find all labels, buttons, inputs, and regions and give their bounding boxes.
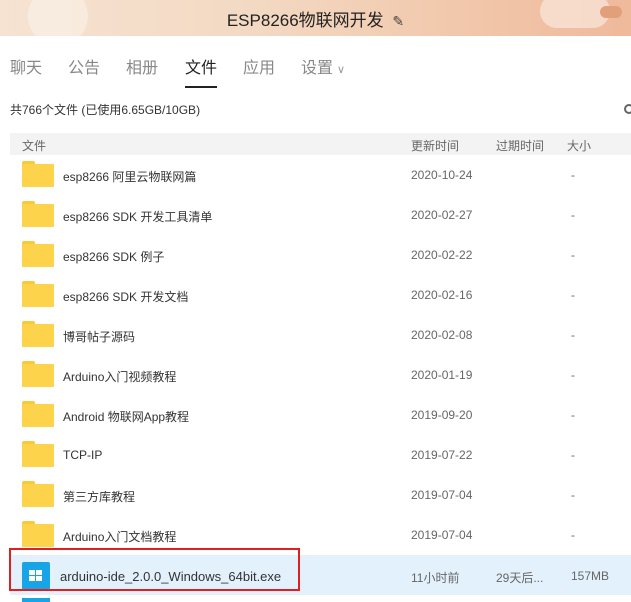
tab-files[interactable]: 文件: [185, 54, 218, 88]
tab-album[interactable]: 相册: [126, 54, 158, 78]
column-header-updated[interactable]: 更新时间: [411, 137, 459, 154]
storage-summary: 共766个文件 (已使用6.65GB/10GB): [10, 103, 201, 117]
file-updated-time: 2019-07-04: [411, 488, 473, 502]
file-row[interactable]: esp8266 SDK 开发工具清单 2020-02-27 -: [10, 195, 631, 235]
folder-icon: [22, 321, 54, 347]
file-row[interactable]: 第三方库教程 2019-07-04 -: [10, 475, 631, 515]
tab-apps[interactable]: 应用: [243, 54, 275, 78]
file-name: esp8266 SDK 开发工具清单: [63, 210, 213, 224]
file-row[interactable]: esp8266 SDK 例子 2020-02-22 -: [10, 235, 631, 275]
folder-icon: [22, 521, 54, 547]
file-name: Android 物联网App教程: [63, 410, 190, 424]
file-size: -: [571, 168, 575, 182]
file-name: esp8266 阿里云物联网篇: [63, 170, 197, 184]
file-size: -: [571, 488, 575, 502]
file-updated-time: 2020-02-08: [411, 328, 473, 342]
folder-icon: [22, 441, 54, 467]
file-name: 第三方库教程: [63, 490, 136, 504]
file-updated-time: 2019-07-22: [411, 448, 473, 462]
file-row[interactable]: Arduino入门视频教程 2020-01-19 -: [10, 355, 631, 395]
folder-icon: [22, 281, 54, 307]
file-name: Arduino入门文档教程: [63, 530, 177, 544]
file-size: -: [571, 248, 575, 262]
tab-bar: 聊天 公告 相册 文件 应用 设置 ∨: [0, 36, 631, 90]
file-updated-time: 2020-10-24: [411, 168, 473, 182]
more-options-icon[interactable]: [624, 104, 631, 114]
group-title-banner: ESP8266物联网开发 ✎: [0, 0, 631, 36]
file-size: -: [571, 408, 575, 422]
file-row[interactable]: TCP-IP 2019-07-22 -: [10, 435, 631, 475]
file-updated-time: 2020-02-16: [411, 288, 473, 302]
file-updated-time: 2020-02-22: [411, 248, 473, 262]
edit-pencil-icon[interactable]: ✎: [392, 13, 404, 29]
file-size: -: [571, 368, 575, 382]
folder-icon: [22, 241, 54, 267]
file-name: esp8266 SDK 开发文档: [63, 290, 189, 304]
column-header-name[interactable]: 文件: [22, 137, 46, 154]
folder-icon: [22, 161, 54, 187]
file-table-header: 文件 更新时间 过期时间 大小: [10, 133, 631, 155]
file-size: 157MB: [571, 569, 610, 583]
file-updated-time: 2020-01-19: [411, 368, 473, 382]
file-name: Arduino入门视频教程: [63, 370, 177, 384]
group-name: ESP8266物联网开发: [226, 11, 384, 30]
tab-settings-label: 设置: [301, 60, 334, 77]
file-size: -: [571, 448, 575, 462]
tab-settings[interactable]: 设置 ∨: [301, 54, 345, 78]
group-title: ESP8266物联网开发 ✎: [0, 6, 631, 31]
folder-icon: [22, 201, 54, 227]
chevron-down-icon: ∨: [337, 64, 346, 76]
annotation-highlight-box: [9, 548, 300, 591]
file-updated-time: 2019-07-04: [411, 528, 473, 542]
file-size: -: [571, 208, 575, 222]
tab-chat[interactable]: 聊天: [10, 54, 42, 78]
column-header-expires[interactable]: 过期时间: [496, 137, 544, 154]
folder-icon: [22, 481, 54, 507]
partial-file-icon: [22, 598, 50, 602]
file-row[interactable]: esp8266 阿里云物联网篇 2020-10-24 -: [10, 155, 631, 195]
folder-icon: [22, 401, 54, 427]
folder-icon: [22, 361, 54, 387]
file-size: -: [571, 528, 575, 542]
file-size: -: [571, 328, 575, 342]
file-updated-time: 2020-02-27: [411, 208, 473, 222]
file-updated-time: 2019-09-20: [411, 408, 473, 422]
file-name: esp8266 SDK 例子: [63, 250, 165, 264]
tab-announcements[interactable]: 公告: [68, 54, 100, 78]
file-row[interactable]: 博哥帖子源码 2020-02-08 -: [10, 315, 631, 355]
file-expires: 29天后...: [496, 571, 544, 585]
column-header-size[interactable]: 大小: [567, 137, 591, 154]
file-size: -: [571, 288, 575, 302]
file-name: TCP-IP: [63, 448, 103, 462]
file-name: 博哥帖子源码: [63, 330, 136, 344]
file-row[interactable]: Android 物联网App教程 2019-09-20 -: [10, 395, 631, 435]
file-updated-time: 11小时前: [411, 571, 460, 585]
file-row[interactable]: esp8266 SDK 开发文档 2020-02-16 -: [10, 275, 631, 315]
